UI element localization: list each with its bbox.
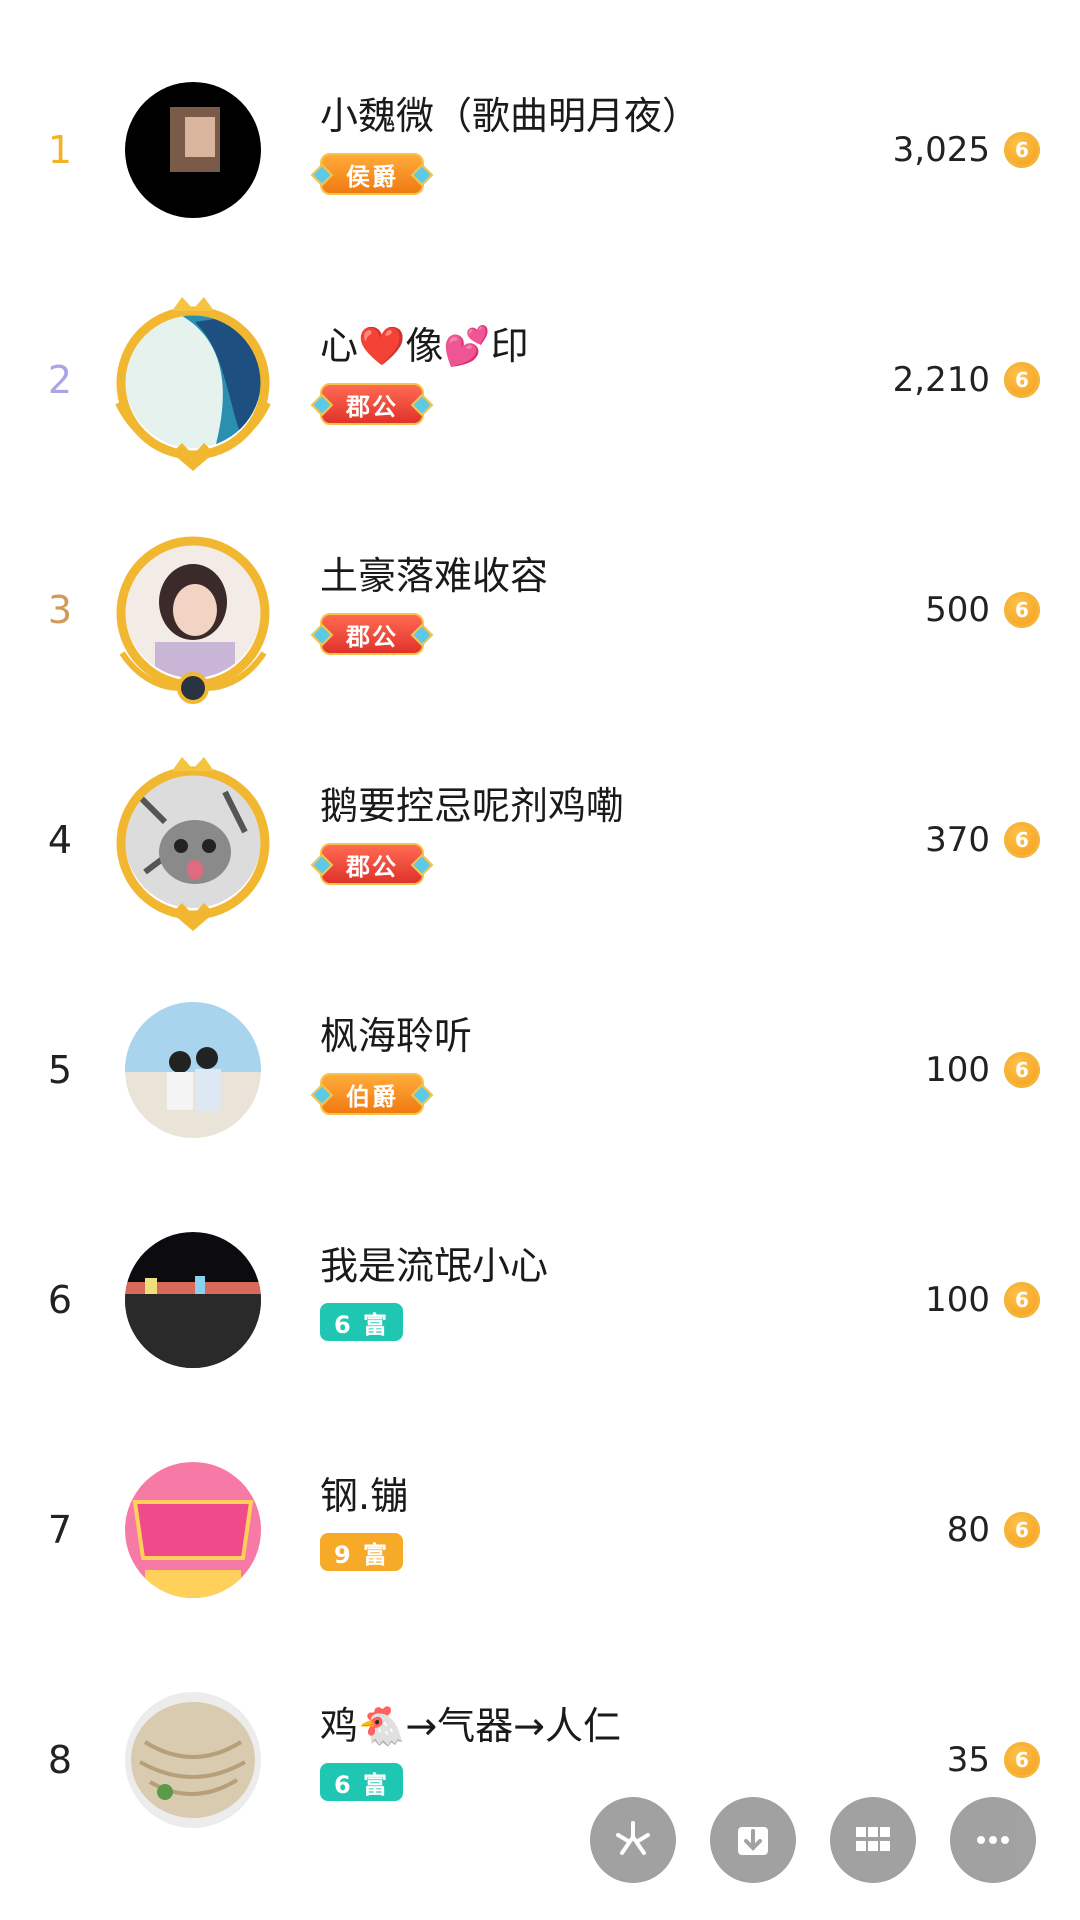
- list-item[interactable]: 7 钢.镚 9 富 80 6: [0, 1415, 1080, 1645]
- wealth-badge: 9 富: [320, 1533, 404, 1571]
- download-button[interactable]: [710, 1797, 796, 1883]
- rank-badge: 郡公: [320, 613, 424, 655]
- list-item[interactable]: 1 小魏微（歌曲明月夜） 侯爵 3,025 6: [0, 35, 1080, 265]
- score-value: 80: [946, 1510, 990, 1550]
- avatar[interactable]: [125, 1002, 261, 1138]
- user-name: 我是流氓小心: [320, 1244, 549, 1288]
- avatar[interactable]: [125, 1462, 261, 1598]
- rank-number: 6: [47, 1278, 73, 1322]
- floating-action-bar: [590, 1797, 1040, 1887]
- user-name: 小魏微（歌曲明月夜）: [320, 94, 701, 138]
- rank-badge: 郡公: [320, 383, 424, 425]
- more-button[interactable]: [950, 1797, 1036, 1883]
- coin-icon: 6: [1004, 1512, 1040, 1548]
- avatar[interactable]: [125, 312, 261, 448]
- score-value: 500: [925, 590, 990, 630]
- score-value: 100: [925, 1280, 990, 1320]
- user-name: 鸡🐔→气器→人仁: [320, 1704, 621, 1748]
- share-icon: [616, 1821, 650, 1855]
- score-value: 3,025: [892, 130, 990, 170]
- rank-badge: 伯爵: [320, 1073, 424, 1115]
- list-item[interactable]: 4 鹅要控忌呢剂鸡嘞 郡公 370 6: [0, 725, 1080, 955]
- rank-number: 8: [47, 1738, 73, 1782]
- avatar[interactable]: [125, 772, 261, 908]
- rank-number: 3: [47, 588, 73, 632]
- rank-number: 4: [47, 818, 73, 862]
- score-value: 100: [925, 1050, 990, 1090]
- coin-icon: 6: [1004, 1742, 1040, 1778]
- user-name: 鹅要控忌呢剂鸡嘞: [320, 784, 625, 828]
- list-item[interactable]: 3 土豪落难收容 郡公 500 6: [0, 495, 1080, 725]
- coin-icon: 6: [1004, 822, 1040, 858]
- user-name: 心❤️像💕印: [320, 324, 529, 368]
- coin-icon: 6: [1004, 132, 1040, 168]
- list-item[interactable]: 6 我是流氓小心 6 富 100 6: [0, 1185, 1080, 1415]
- score-value: 2,210: [892, 360, 990, 400]
- share-button[interactable]: [590, 1797, 676, 1883]
- coin-icon: 6: [1004, 1052, 1040, 1088]
- avatar[interactable]: [125, 542, 261, 678]
- coin-icon: 6: [1004, 592, 1040, 628]
- grid-icon: [856, 1827, 890, 1851]
- avatar[interactable]: [125, 82, 261, 218]
- user-name: 枫海聆听: [320, 1014, 473, 1058]
- user-name: 钢.镚: [320, 1474, 409, 1518]
- rank-number: 1: [47, 128, 73, 172]
- more-icon: [977, 1836, 1009, 1844]
- rank-badge: 郡公: [320, 843, 424, 885]
- avatar[interactable]: [125, 1692, 261, 1828]
- coin-icon: 6: [1004, 362, 1040, 398]
- rank-number: 7: [47, 1508, 73, 1552]
- avatar[interactable]: [125, 1232, 261, 1368]
- rank-badge: 侯爵: [320, 153, 424, 195]
- wealth-badge: 6 富: [320, 1303, 404, 1341]
- list-item[interactable]: 2 心❤️像💕印 郡公 2,210 6: [0, 265, 1080, 495]
- coin-icon: 6: [1004, 1282, 1040, 1318]
- rank-number: 2: [47, 358, 73, 402]
- wealth-badge: 6 富: [320, 1763, 404, 1801]
- grid-button[interactable]: [830, 1797, 916, 1883]
- score-value: 370: [925, 820, 990, 860]
- rank-number: 5: [47, 1048, 73, 1092]
- list-item[interactable]: 5 枫海聆听 伯爵 100 6: [0, 955, 1080, 1185]
- user-name: 土豪落难收容: [320, 554, 549, 598]
- download-icon: [738, 1827, 768, 1855]
